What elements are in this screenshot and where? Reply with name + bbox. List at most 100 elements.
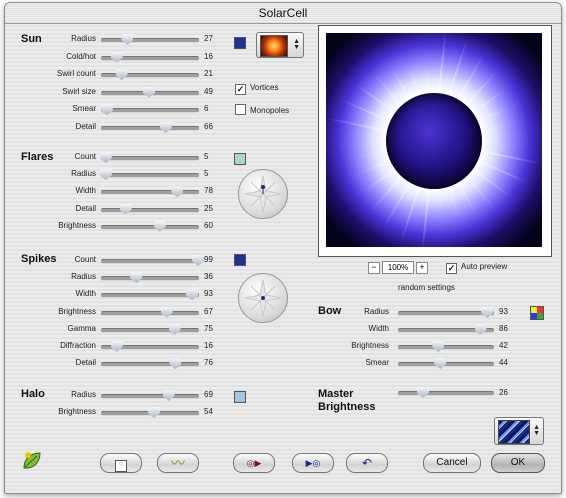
slider-track[interactable]: [101, 341, 199, 352]
preset-popup[interactable]: ▲ ▼: [494, 417, 544, 445]
slider-value: 27: [204, 34, 213, 43]
slider-value: 21: [204, 69, 213, 79]
slider-track[interactable]: [101, 358, 199, 370]
solar-preview-image[interactable]: [326, 33, 542, 247]
ok-button[interactable]: OK: [491, 453, 545, 473]
slider-label: Detail: [75, 358, 96, 368]
slider-thumb[interactable]: [147, 407, 160, 418]
slider-thumb[interactable]: [171, 186, 184, 198]
slider-thumb[interactable]: [159, 122, 172, 133]
slider-track[interactable]: [99, 169, 199, 181]
slider-track[interactable]: [101, 51, 199, 63]
slider-track[interactable]: [398, 324, 494, 335]
window-title-bar[interactable]: SolarCell: [5, 3, 561, 24]
slider-value: 60: [204, 220, 213, 230]
vortices-checkbox-box[interactable]: ✓: [235, 84, 246, 95]
slider-thumb[interactable]: [121, 34, 134, 45]
slider-track[interactable]: [101, 289, 199, 301]
monopoles-checkbox[interactable]: Monopoles: [235, 104, 289, 115]
zoom-in-button[interactable]: +: [416, 262, 428, 274]
slider-label: Radius: [71, 34, 96, 43]
slider-thumb[interactable]: [100, 104, 113, 116]
spikes-direction-dial[interactable]: [238, 273, 288, 323]
slider-track[interactable]: [101, 272, 199, 284]
slider-track[interactable]: [398, 307, 494, 318]
halo-color-swatch[interactable]: [234, 391, 246, 403]
slider-value: 49: [204, 86, 213, 96]
auto-preview-checkbox-box[interactable]: ✓: [446, 263, 457, 274]
monopoles-checkbox-box[interactable]: [235, 104, 246, 115]
slider-value: 25: [204, 203, 213, 213]
slider-thumb[interactable]: [434, 358, 447, 369]
auto-preview-label: Auto preview: [461, 262, 508, 271]
slider-value: 76: [204, 358, 213, 368]
slider-thumb[interactable]: [153, 220, 166, 232]
flares-color-swatch[interactable]: [234, 153, 246, 165]
master-brightness-slider[interactable]: [398, 387, 494, 398]
wave-icon: 〰: [171, 455, 185, 471]
zoom-out-button[interactable]: −: [368, 262, 380, 274]
compass-star-icon: [244, 279, 282, 317]
slider-track[interactable]: [101, 186, 199, 198]
vortices-checkbox[interactable]: ✓ Vortices: [235, 83, 278, 95]
slider-track[interactable]: [101, 255, 205, 266]
sun-texture-thumbnail-icon: [260, 35, 288, 57]
slider-thumb[interactable]: [99, 152, 112, 163]
slider-thumb[interactable]: [432, 341, 445, 352]
reverse-play-button[interactable]: ◎▶: [233, 453, 275, 473]
slider-track[interactable]: [101, 323, 199, 335]
slider-track[interactable]: [101, 203, 199, 215]
slider-label: Width: [75, 289, 96, 299]
slider-thumb[interactable]: [130, 272, 143, 284]
wave-button[interactable]: 〰: [157, 453, 199, 473]
slider-thumb[interactable]: [474, 324, 487, 335]
zoom-level-field[interactable]: 100%: [382, 261, 414, 274]
slider-track[interactable]: [101, 86, 199, 98]
slider-thumb[interactable]: [416, 387, 429, 398]
slider-thumb[interactable]: [160, 306, 173, 318]
slider-thumb[interactable]: [481, 307, 494, 318]
slider-thumb[interactable]: [168, 323, 181, 335]
slider-track[interactable]: [99, 152, 199, 163]
slider-label: Smear: [365, 358, 389, 367]
slider-track[interactable]: [101, 407, 199, 418]
slider-track[interactable]: [100, 104, 199, 116]
flares-direction-dial[interactable]: [238, 169, 288, 219]
undo-button[interactable]: ↶: [346, 453, 388, 473]
slider-thumb[interactable]: [119, 203, 132, 215]
slider-label: Cold/hot: [66, 51, 96, 61]
slider-track[interactable]: [101, 220, 199, 232]
slider-track[interactable]: [101, 69, 199, 81]
slider-thumb[interactable]: [186, 289, 199, 301]
slider-thumb[interactable]: [110, 341, 123, 352]
cancel-button[interactable]: Cancel: [423, 453, 481, 473]
slider-thumb[interactable]: [162, 390, 175, 401]
slider-thumb[interactable]: [143, 86, 156, 98]
slider-thumb[interactable]: [99, 169, 112, 181]
slider-value: 93: [499, 307, 508, 316]
slider-track[interactable]: [398, 358, 494, 369]
slider-track[interactable]: [398, 341, 494, 352]
sun-texture-popup[interactable]: ▲ ▼: [256, 32, 304, 58]
slider-thumb[interactable]: [169, 358, 182, 370]
master-brightness-title-1: Master: [318, 388, 354, 400]
master-brightness-value: 26: [499, 388, 508, 397]
monopoles-label: Monopoles: [250, 106, 290, 115]
slider-value: 99: [204, 255, 213, 264]
sun-disc: [386, 93, 482, 189]
colorful-grid-icon[interactable]: [530, 306, 544, 320]
slider-track[interactable]: [101, 390, 199, 401]
slider-track[interactable]: [101, 122, 199, 133]
auto-preview-checkbox[interactable]: ✓ Auto preview: [446, 262, 507, 274]
sun-color-swatch[interactable]: [234, 37, 246, 49]
reverse-play-icon: ◎▶: [246, 458, 262, 468]
slider-label: Detail: [75, 122, 96, 131]
slider-track[interactable]: [101, 306, 199, 318]
slider-track[interactable]: [101, 34, 199, 45]
slider-thumb[interactable]: [192, 255, 205, 266]
randomize-button[interactable]: ⁘: [100, 453, 142, 473]
play-forward-button[interactable]: ▶◎: [292, 453, 334, 473]
spikes-color-swatch[interactable]: [234, 254, 246, 266]
slider-thumb[interactable]: [110, 51, 123, 63]
slider-thumb[interactable]: [115, 69, 128, 81]
